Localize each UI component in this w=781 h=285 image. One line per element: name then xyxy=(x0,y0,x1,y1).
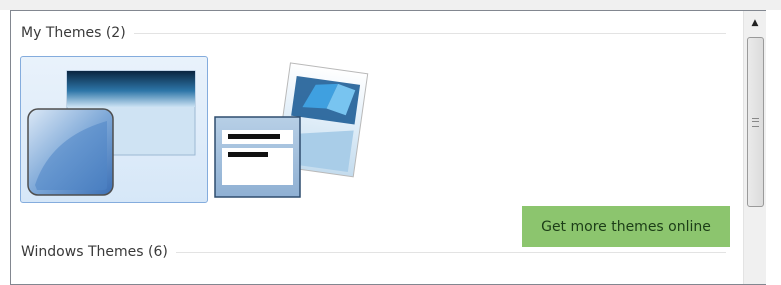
theme-preview-1 xyxy=(27,70,196,196)
scrollbar-thumb[interactable] xyxy=(747,37,764,207)
top-description-strip xyxy=(0,0,781,10)
vertical-scrollbar[interactable]: ▲ xyxy=(743,11,766,284)
theme-tile-2[interactable] xyxy=(212,56,400,203)
group-title: Windows Themes (6) xyxy=(21,244,168,260)
up-arrow-icon[interactable]: ▲ xyxy=(744,11,766,35)
group-divider xyxy=(175,251,726,253)
themes-list-panel: My Themes (2) Get more themes online Win… xyxy=(10,10,766,285)
group-header-my-themes: My Themes (2) xyxy=(21,22,726,44)
group-header-windows-themes: Windows Themes (6) xyxy=(21,241,726,263)
grip-icon xyxy=(752,118,759,127)
theme-preview-2 xyxy=(214,62,369,198)
theme-tile-1[interactable] xyxy=(20,56,208,203)
group-divider xyxy=(133,32,726,34)
group-title: My Themes (2) xyxy=(21,25,126,41)
